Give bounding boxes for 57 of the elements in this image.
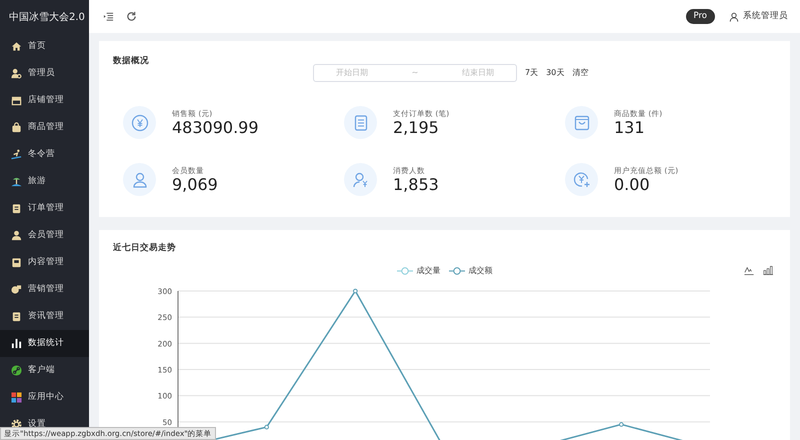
user-name[interactable]: 系统管理员 <box>743 10 788 23</box>
line-chart-icon <box>744 265 755 276</box>
bag-icon <box>11 122 22 133</box>
document-icon <box>11 257 22 268</box>
skier-icon <box>11 149 22 160</box>
end-date-placeholder: 结束日期 <box>462 67 494 79</box>
section-title: 近七日交易走势 <box>113 242 177 255</box>
user-key-icon <box>11 68 22 79</box>
sidebar-item[interactable]: 客户端 <box>0 357 89 384</box>
data-point <box>264 424 269 430</box>
start-date-placeholder: 开始日期 <box>336 67 368 79</box>
bar-chart-icon <box>763 265 774 276</box>
sidebar-item[interactable]: 商品管理 <box>0 114 89 141</box>
quick-range-link[interactable]: 清空 <box>572 67 588 79</box>
stat-value: 9,069 <box>172 176 218 194</box>
refresh-icon <box>126 11 137 22</box>
yen-circle-icon <box>130 112 150 132</box>
stat-value: 0.00 <box>614 176 651 194</box>
range-separator: ~ <box>412 67 418 79</box>
user-icon <box>729 12 739 22</box>
stat-value: 483090.99 <box>172 119 259 137</box>
settings-icon <box>11 419 22 430</box>
sidebar-item[interactable]: 营销管理 <box>0 276 89 303</box>
bar-chart-icon <box>11 338 22 349</box>
sidebar-item[interactable]: 管理员 <box>0 60 89 87</box>
beach-icon <box>11 176 22 187</box>
clipboard-icon <box>11 203 22 214</box>
sidebar-item[interactable]: 冬令营 <box>0 141 89 168</box>
sidebar-item[interactable]: 首页 <box>0 33 89 60</box>
quick-range-link[interactable]: 7天 <box>525 67 538 79</box>
stat-value: 131 <box>614 119 646 137</box>
section-title: 数据概况 <box>113 55 150 68</box>
pro-badge: Pro <box>686 9 715 24</box>
sidebar-item[interactable]: 店铺管理 <box>0 87 89 114</box>
stat-value: 1,853 <box>393 176 439 194</box>
legend-item[interactable]: 成交量 <box>396 264 440 277</box>
sidebar-item[interactable]: 资讯管理 <box>0 303 89 330</box>
clipboard-icon <box>11 311 22 322</box>
indent-menu-icon <box>103 11 114 22</box>
sidebar-item[interactable]: 订单管理 <box>0 195 89 222</box>
link-circle-icon <box>11 365 22 376</box>
sidebar-item[interactable]: 会员管理 <box>0 222 89 249</box>
home-icon <box>11 41 22 52</box>
sidebar-item[interactable]: 内容管理 <box>0 249 89 276</box>
sidebar-item[interactable]: 应用中心 <box>0 384 89 411</box>
yen-plus-icon <box>572 170 592 190</box>
sidebar-item[interactable]: 旅游 <box>0 168 89 195</box>
data-point <box>619 422 624 426</box>
app-grid-icon <box>11 392 22 403</box>
legend-item[interactable]: 成交额 <box>448 264 492 277</box>
sidebar-item[interactable]: 数据统计 <box>0 330 89 357</box>
user-icon <box>11 230 22 241</box>
store-icon <box>11 95 22 106</box>
app-title: 中国冰雪大会2.0 <box>8 10 86 25</box>
data-point <box>353 288 358 294</box>
stat-value: 2,195 <box>393 119 440 137</box>
quick-range-link[interactable]: 30天 <box>546 67 564 79</box>
